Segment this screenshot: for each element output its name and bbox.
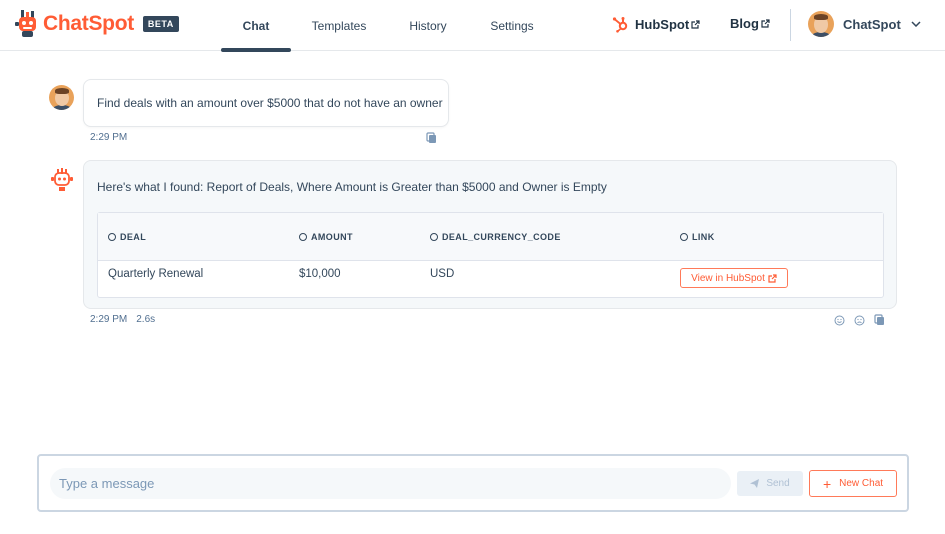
cell-amount: $10,000 — [299, 268, 341, 280]
user-message-text: Find deals with an amount over $5000 tha… — [97, 96, 443, 110]
main-tabs: Chat Templates History Settings — [221, 0, 555, 52]
user-message-timestamp: 2:29 PM — [90, 132, 128, 143]
brand-name: ChatSpot — [43, 12, 134, 35]
account-name: ChatSpot — [843, 16, 901, 32]
external-link-icon — [759, 19, 770, 28]
user-message-bubble: Find deals with an amount over $5000 tha… — [83, 79, 449, 127]
header-divider — [790, 9, 791, 41]
tab-chat[interactable]: Chat — [221, 0, 291, 52]
chatspot-robot-logo-icon — [14, 10, 40, 38]
blog-link-label: Blog — [730, 16, 759, 31]
radio-icon — [430, 233, 438, 241]
blog-link[interactable]: Blog — [730, 16, 770, 31]
external-link-icon — [689, 20, 700, 29]
copy-icon[interactable] — [874, 313, 885, 331]
paper-plane-icon — [750, 479, 766, 488]
results-table: DEAL AMOUNT DEAL_CURRENCY_CODE LINK Quar… — [97, 212, 884, 298]
frown-icon[interactable] — [854, 313, 865, 326]
tab-templates[interactable]: Templates — [291, 0, 387, 51]
copy-icon[interactable] — [426, 131, 437, 149]
tab-history[interactable]: History — [387, 0, 469, 51]
tab-settings[interactable]: Settings — [469, 0, 555, 51]
beta-badge: BETA — [142, 16, 179, 32]
chevron-down-icon — [911, 21, 921, 27]
user-message-avatar — [49, 85, 74, 110]
results-table-header: DEAL AMOUNT DEAL_CURRENCY_CODE LINK — [98, 213, 883, 261]
top-nav-bar: ChatSpot BETA Chat Templates History Set… — [0, 0, 945, 52]
hubspot-sprocket-icon — [610, 16, 629, 33]
radio-icon — [680, 233, 688, 241]
plus-icon: + — [822, 475, 832, 492]
bot-message-bubble: Here's what I found: Report of Deals, Wh… — [83, 160, 897, 309]
column-header-amount[interactable]: AMOUNT — [299, 232, 353, 242]
radio-icon — [108, 233, 116, 241]
send-label: Send — [766, 478, 790, 489]
account-menu[interactable]: ChatSpot — [808, 11, 921, 37]
chatspot-bot-icon — [50, 168, 74, 192]
column-header-currency[interactable]: DEAL_CURRENCY_CODE — [430, 232, 561, 242]
external-link-icon — [765, 273, 777, 283]
column-header-deal[interactable]: DEAL — [108, 232, 146, 242]
new-chat-label: New Chat — [839, 478, 884, 489]
cell-deal: Quarterly Renewal — [108, 268, 204, 280]
bot-message-text: Here's what I found: Report of Deals, Wh… — [97, 180, 607, 194]
send-button[interactable]: Send — [737, 471, 803, 496]
response-duration: 2.6s — [136, 314, 156, 325]
chatspot-logo[interactable]: ChatSpot BETA — [14, 10, 179, 38]
message-composer: Send + New Chat — [37, 454, 909, 512]
new-chat-button[interactable]: + New Chat — [809, 470, 897, 497]
view-in-hubspot-button[interactable]: View in HubSpot — [680, 268, 788, 288]
column-header-link[interactable]: LINK — [680, 232, 715, 242]
bot-message-meta: 2:29 PM 2.6s — [90, 314, 155, 325]
hubspot-link-label: HubSpot — [635, 17, 690, 32]
cell-currency: USD — [430, 268, 455, 280]
hubspot-link[interactable]: HubSpot — [610, 16, 700, 33]
message-input[interactable] — [50, 468, 731, 499]
user-avatar — [808, 11, 834, 37]
smile-icon[interactable] — [834, 313, 845, 326]
bot-message-timestamp: 2:29 PM — [90, 314, 128, 325]
radio-icon — [299, 233, 307, 241]
